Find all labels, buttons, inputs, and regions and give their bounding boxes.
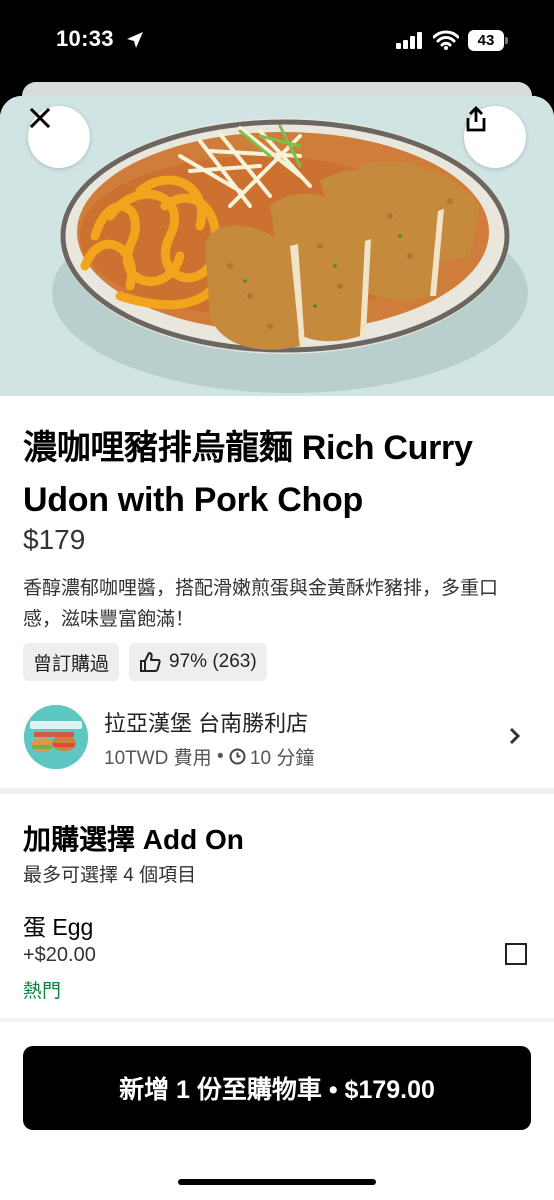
ordered-before-tag: 曾訂購過 — [23, 643, 120, 681]
share-icon — [466, 106, 486, 132]
wifi-icon — [433, 30, 459, 50]
bottom-divider — [0, 1018, 554, 1022]
rating-tag: 97% (263) — [129, 643, 267, 681]
item-detail-sheet: 濃咖哩豬排烏龍麵 Rich Curry Udon with Pork Chop … — [0, 96, 554, 1200]
item-price: $179 — [23, 524, 86, 555]
popular-badge: 熱門 — [23, 981, 62, 1002]
item-tags: 曾訂購過 97% (263) — [23, 643, 267, 681]
close-button[interactable] — [28, 106, 90, 168]
chevron-right-icon — [509, 727, 521, 745]
rating-label: 97% (263) — [169, 651, 257, 672]
ordered-before-label: 曾訂購過 — [33, 653, 110, 675]
status-bar: 10:33 43 — [0, 0, 554, 84]
delivery-time: 10 分鐘 — [249, 748, 315, 769]
addon-section-title: 加購選擇 Add On — [23, 824, 244, 855]
battery-icon: 43 — [468, 30, 508, 51]
store-logo — [24, 705, 88, 769]
thumbs-up-icon — [140, 652, 161, 672]
store-name: 拉亞漢堡 台南勝利店 — [104, 711, 309, 736]
store-row[interactable]: 拉亞漢堡 台南勝利店 10TWD 費用 • 10 分鐘 — [0, 698, 554, 788]
share-button[interactable] — [464, 106, 526, 168]
item-photo — [0, 96, 554, 396]
home-indicator — [178, 1179, 376, 1185]
clock-icon — [229, 748, 246, 765]
item-title: 濃咖哩豬排烏龍麵 Rich Curry Udon with Pork Chop — [23, 429, 473, 519]
option-name: 蛋 Egg — [23, 914, 94, 940]
option-price: +$20.00 — [23, 944, 96, 966]
item-description: 香醇濃郁咖哩醬，搭配滑嫩煎蛋與金黃酥炸豬排，多重口感，滋味豐富飽滿！ — [23, 578, 499, 630]
addon-section-subtitle: 最多可選擇 4 個項目 — [23, 865, 197, 886]
option-checkbox[interactable] — [505, 943, 527, 965]
status-time: 10:33 — [56, 26, 114, 51]
section-divider — [0, 788, 554, 794]
add-to-cart-button[interactable]: 新增 1 份至購物車 • $179.00 — [23, 1046, 531, 1130]
close-icon — [29, 107, 51, 129]
location-arrow-icon — [127, 32, 143, 48]
delivery-fee: 10TWD 費用 — [104, 748, 212, 769]
addon-option-egg[interactable]: 蛋 Egg +$20.00 熱門 — [0, 904, 554, 1014]
battery-level: 43 — [468, 30, 504, 51]
signal-icon — [396, 32, 422, 49]
store-meta: 10TWD 費用 • 10 分鐘 — [104, 743, 314, 770]
meta-separator: • — [211, 745, 229, 767]
